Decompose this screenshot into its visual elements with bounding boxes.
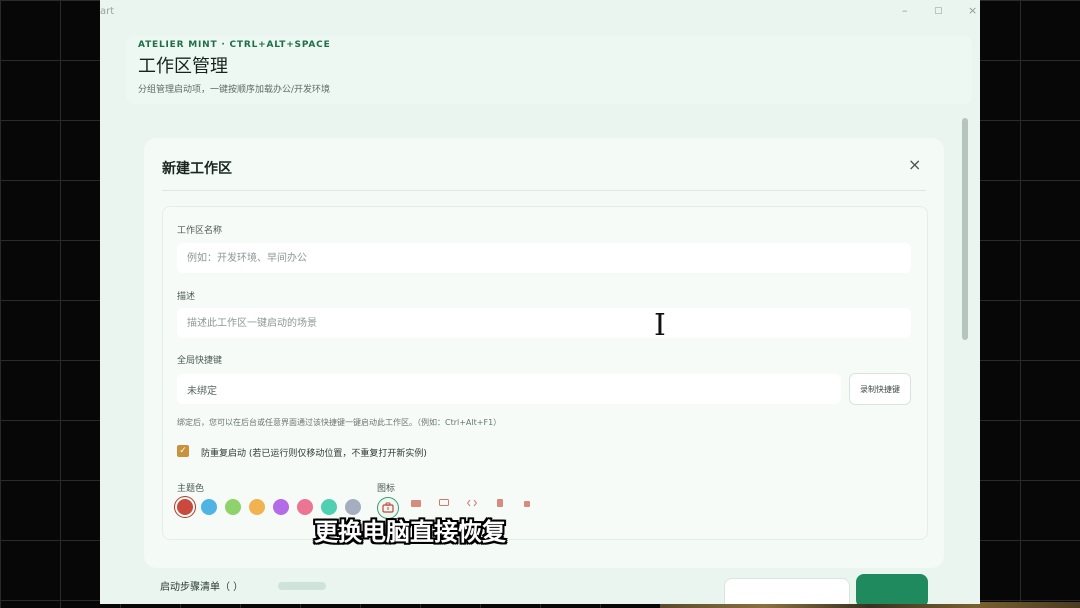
description-input[interactable]	[177, 308, 911, 338]
coffee-icon[interactable]	[523, 499, 533, 507]
color-swatch[interactable]	[201, 499, 217, 515]
new-workspace-dialog: 新建工作区 × 工作区名称 描述 全局快捷键 录制快捷键 绑定后，您可以在后台或…	[144, 138, 944, 568]
page-title: 工作区管理	[138, 56, 228, 77]
dialog-title: 新建工作区	[162, 161, 232, 177]
document-icon[interactable]	[495, 499, 505, 507]
brand-eyebrow: ATELIER MINT · CTRL+ALT+SPACE	[138, 40, 331, 50]
steps-count-badge	[278, 582, 326, 590]
workspace-name-label: 工作区名称	[177, 226, 223, 236]
video-subtitle: 更换电脑直接恢复	[314, 518, 506, 546]
color-swatch[interactable]	[225, 499, 241, 515]
window-title: art	[100, 6, 115, 17]
page-header: ATELIER MINT · CTRL+ALT+SPACE 工作区管理 分组管理…	[126, 36, 972, 104]
workspace-form: 工作区名称 描述 全局快捷键 录制快捷键 绑定后，您可以在后台或任意界面通过该快…	[162, 206, 928, 540]
steps-section-heading: 启动步骤清单（ ）	[160, 582, 244, 592]
dedupe-label: 防重复启动 (若已运行则仅移动位置，不重复打开新实例)	[201, 449, 427, 459]
code-icon[interactable]	[467, 499, 477, 507]
monitor-icon[interactable]	[439, 499, 449, 507]
record-hotkey-button[interactable]: 录制快捷键	[849, 373, 911, 405]
app-window: art – ▢ × ATELIER MINT · CTRL+ALT+SPACE …	[100, 0, 980, 604]
save-button[interactable]	[856, 574, 928, 604]
cancel-button[interactable]	[724, 578, 850, 604]
theme-color-label: 主题色	[177, 484, 205, 494]
description-label: 描述	[177, 292, 196, 302]
folder-icon[interactable]	[411, 499, 421, 507]
color-swatch[interactable]	[297, 499, 313, 515]
hotkey-label: 全局快捷键	[177, 356, 223, 366]
color-swatch[interactable]	[249, 499, 265, 515]
dialog-divider	[162, 190, 926, 191]
close-icon[interactable]: ×	[908, 156, 921, 174]
close-window-button[interactable]: ×	[968, 4, 977, 17]
color-swatch[interactable]	[273, 499, 289, 515]
workspace-name-input[interactable]	[177, 243, 911, 273]
icon-label: 图标	[377, 484, 396, 494]
hotkey-helper-text: 绑定后，您可以在后台或任意界面通过该快捷键一键启动此工作区。（例如：Ctrl+A…	[177, 418, 502, 427]
color-swatch[interactable]	[177, 499, 193, 515]
title-bar: art – ▢ ×	[100, 0, 980, 24]
maximize-button[interactable]: ▢	[934, 6, 943, 16]
dedupe-checkbox[interactable]: ✓	[177, 445, 189, 457]
scrollbar-thumb[interactable]	[962, 118, 968, 340]
page-subtitle: 分组管理启动项，一键按顺序加载办公/开发环境	[138, 85, 331, 95]
text-cursor-icon: I	[654, 308, 666, 343]
hotkey-field[interactable]	[177, 374, 841, 404]
minimize-button[interactable]: –	[902, 4, 908, 17]
